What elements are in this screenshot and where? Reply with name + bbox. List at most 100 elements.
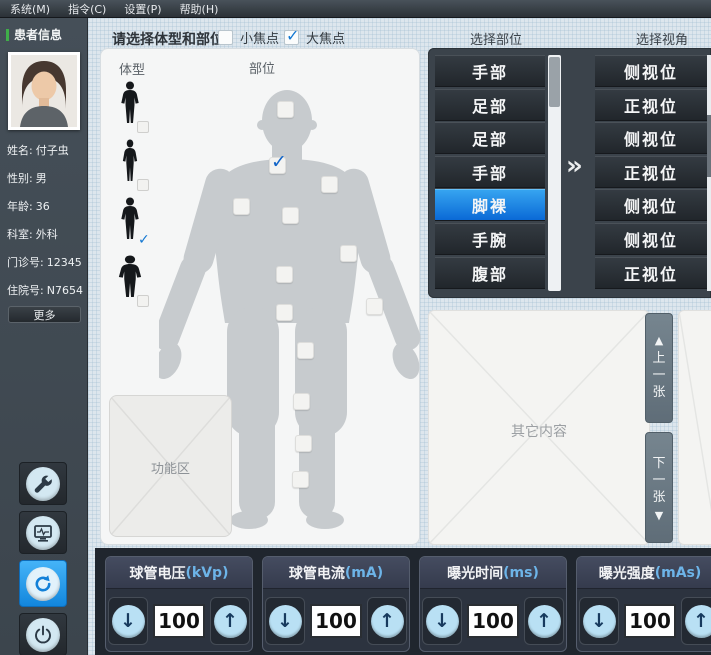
body-part-marker-left-calf[interactable] xyxy=(295,435,312,452)
part-item-selected[interactable]: 脚裸 xyxy=(435,189,545,221)
part-item[interactable]: 足部 xyxy=(435,89,545,121)
up-arrow-icon: ↑ xyxy=(222,612,238,631)
down-arrow-icon: ↓ xyxy=(434,612,450,631)
large-focus-checkbox[interactable]: ✓ xyxy=(284,30,299,45)
ms-decrease-button[interactable]: ↓ xyxy=(422,597,462,645)
part-item[interactable]: 足部 xyxy=(435,122,545,154)
patient-gender-row: 性别:男 xyxy=(7,170,87,186)
patient-dept-row: 科室:外科 xyxy=(7,226,87,242)
body-part-marker-left-forearm[interactable] xyxy=(340,245,357,262)
view-item[interactable]: 侧视位 xyxy=(595,122,707,154)
patient-name-row: 姓名:付子虫 xyxy=(7,142,87,158)
view-item[interactable]: 正视位 xyxy=(595,257,707,289)
part-item[interactable]: 手部 xyxy=(435,156,545,188)
ma-decrease-button[interactable]: ↓ xyxy=(265,597,305,645)
views-list-scrollbar[interactable] xyxy=(707,55,711,291)
kvp-decrease-button[interactable]: ↓ xyxy=(108,597,148,645)
part-item[interactable]: 手部 xyxy=(435,55,545,87)
kvp-value[interactable]: 100 xyxy=(153,604,205,638)
patient-age-row: 年龄:36 xyxy=(7,198,87,214)
power-icon xyxy=(32,624,54,646)
body-type-checkbox-4[interactable] xyxy=(137,295,149,307)
kvp-increase-button[interactable]: ↑ xyxy=(210,597,250,645)
body-type-option-2[interactable] xyxy=(113,139,147,187)
menu-help[interactable]: 帮助(H) xyxy=(180,1,219,17)
scrollbar-thumb[interactable] xyxy=(549,57,560,107)
monitor-button[interactable] xyxy=(19,511,67,554)
menu-system[interactable]: 系统(M) xyxy=(10,1,50,17)
kvp-header: 球管电压(kVp) xyxy=(106,557,252,589)
selection-title: 请选择体型和部位 xyxy=(112,29,224,49)
check-icon: ✓ xyxy=(286,26,299,45)
next-image-button[interactable]: 下一张 ▼ xyxy=(645,432,673,543)
body-type-option-1[interactable] xyxy=(113,81,147,129)
view-item[interactable]: 正视位 xyxy=(595,156,707,188)
view-item[interactable]: 侧视位 xyxy=(595,189,707,221)
down-arrow-icon: ↓ xyxy=(120,612,136,631)
next-image-label: 下一张 xyxy=(652,455,666,506)
small-focus-option[interactable]: 小焦点 xyxy=(218,28,279,47)
body-part-marker-pelvis[interactable] xyxy=(276,304,293,321)
body-part-marker-left-hand[interactable] xyxy=(366,298,383,315)
reset-button[interactable] xyxy=(19,560,67,607)
body-part-marker-left-ankle[interactable] xyxy=(292,471,309,488)
body-part-marker-right-chest[interactable] xyxy=(233,198,250,215)
exposure-panel-kvp: 球管电压(kVp) ↓ 100 ↑ xyxy=(105,556,253,652)
other-content-label: 其它内容 xyxy=(429,421,649,441)
body-type-option-4[interactable] xyxy=(113,255,147,303)
monitor-waveform-icon xyxy=(32,522,54,544)
previous-image-button[interactable]: ▲ 上一张 xyxy=(645,313,673,423)
body-part-marker-neck-selected[interactable]: ✓ xyxy=(269,157,286,174)
mas-value[interactable]: 100 xyxy=(624,604,676,638)
scrollbar-thumb[interactable] xyxy=(707,115,711,177)
refresh-icon xyxy=(32,573,54,595)
parts-column-header: 选择部位 xyxy=(470,29,522,48)
ms-value[interactable]: 100 xyxy=(467,604,519,638)
function-area: 功能区 xyxy=(109,395,232,537)
body-part-marker-head[interactable] xyxy=(277,101,294,118)
ma-increase-button[interactable]: ↑ xyxy=(367,597,407,645)
patient-photo xyxy=(8,52,80,130)
down-arrow-icon: ↓ xyxy=(591,612,607,631)
mas-decrease-button[interactable]: ↓ xyxy=(579,597,619,645)
parts-list-scrollbar[interactable] xyxy=(548,55,561,291)
ma-value[interactable]: 100 xyxy=(310,604,362,638)
menu-command[interactable]: 指令(C) xyxy=(68,1,106,17)
body-type-label: 体型 xyxy=(119,59,145,78)
power-button[interactable] xyxy=(19,613,67,655)
up-arrow-icon: ↑ xyxy=(379,612,395,631)
views-list: 侧视位 正视位 侧视位 正视位 侧视位 侧视位 正视位 xyxy=(595,55,707,290)
body-part-marker-left-shoulder[interactable] xyxy=(321,176,338,193)
body-type-option-3[interactable]: ✓ xyxy=(113,197,147,245)
patient-info-header: 患者信息 xyxy=(0,18,87,49)
large-focus-label: 大焦点 xyxy=(306,28,345,47)
patient-info-title: 患者信息 xyxy=(14,26,62,43)
body-part-marker-left-knee[interactable] xyxy=(293,393,310,410)
body-type-checkbox-2[interactable] xyxy=(137,179,149,191)
view-item[interactable]: 侧视位 xyxy=(595,55,707,87)
menu-settings[interactable]: 设置(P) xyxy=(124,1,161,17)
more-button[interactable]: 更多 xyxy=(8,306,81,323)
body-type-checkbox-1[interactable] xyxy=(137,121,149,133)
view-item[interactable]: 侧视位 xyxy=(595,223,707,255)
placeholder-cross xyxy=(679,311,711,544)
small-focus-checkbox[interactable] xyxy=(218,30,233,45)
large-focus-option[interactable]: ✓ 大焦点 xyxy=(284,28,345,47)
ms-increase-button[interactable]: ↑ xyxy=(524,597,564,645)
mas-increase-button[interactable]: ↑ xyxy=(681,597,711,645)
body-type-checkbox-3[interactable]: ✓ xyxy=(137,237,149,249)
down-triangle-icon: ▼ xyxy=(655,510,663,521)
view-item[interactable]: 正视位 xyxy=(595,89,707,121)
part-item[interactable]: 腹部 xyxy=(435,257,545,289)
exposure-panel-mas: 曝光强度(mAs) ↓ 100 ↑ xyxy=(576,556,711,652)
transfer-arrows-icon[interactable]: » xyxy=(566,151,583,181)
body-type-silhouette-icon xyxy=(119,139,140,183)
body-part-marker-left-thigh[interactable] xyxy=(297,342,314,359)
patient-info-rows: 姓名:付子虫 性别:男 年龄:36 科室:外科 门诊号:12345 住院号:N7… xyxy=(7,142,87,310)
body-part-marker-abdomen[interactable] xyxy=(276,266,293,283)
exposure-panel-ms: 曝光时间(ms) ↓ 100 ↑ xyxy=(419,556,567,652)
body-part-marker-chest[interactable] xyxy=(282,207,299,224)
part-item[interactable]: 手腕 xyxy=(435,223,545,255)
other-content-box: 其它内容 xyxy=(428,310,650,545)
settings-wrench-button[interactable] xyxy=(19,462,67,505)
